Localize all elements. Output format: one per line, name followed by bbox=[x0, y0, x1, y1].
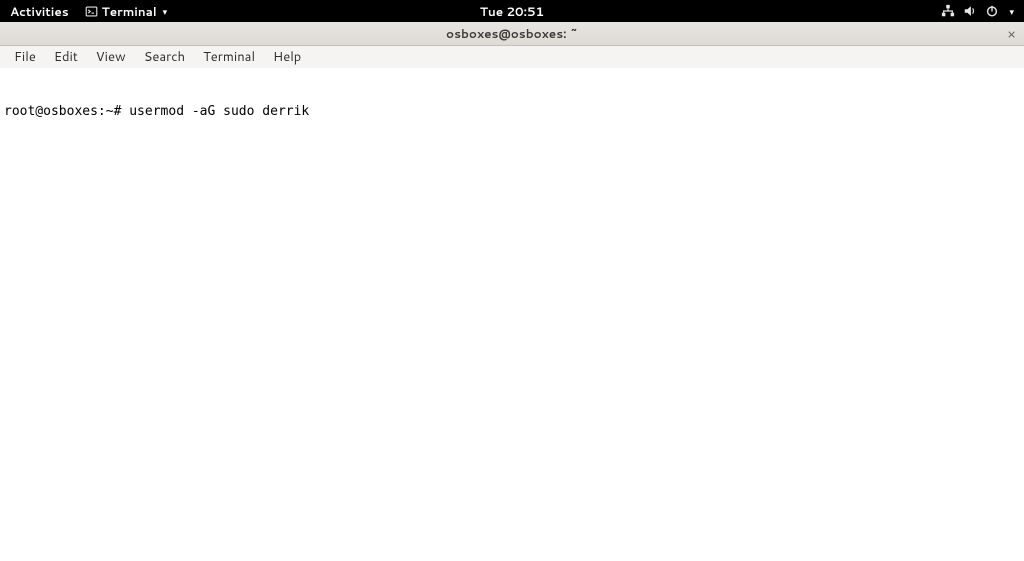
terminal-icon bbox=[85, 5, 98, 18]
window-title: osboxes@osboxes: ~ bbox=[446, 25, 578, 42]
panel-left-group: Activities Terminal ▾ bbox=[6, 3, 171, 20]
terminal-line: root@osboxes:~# usermod -aG sudo derrik bbox=[4, 104, 1020, 121]
app-menu-label: Terminal bbox=[102, 3, 157, 20]
shell-command: usermod -aG sudo derrik bbox=[129, 104, 309, 121]
menu-file[interactable]: File bbox=[6, 46, 44, 68]
window-titlebar: osboxes@osboxes: ~ × bbox=[0, 22, 1024, 46]
app-menu-button[interactable]: Terminal ▾ bbox=[81, 3, 171, 20]
menu-terminal[interactable]: Terminal bbox=[195, 46, 263, 68]
menu-search[interactable]: Search bbox=[136, 46, 193, 68]
terminal-menubar: File Edit View Search Terminal Help bbox=[0, 46, 1024, 68]
menu-edit[interactable]: Edit bbox=[46, 46, 86, 68]
menu-help[interactable]: Help bbox=[265, 46, 309, 68]
shell-prompt: root@osboxes:~# bbox=[4, 104, 129, 121]
activities-button[interactable]: Activities bbox=[6, 3, 73, 20]
volume-icon[interactable] bbox=[963, 4, 977, 18]
terminal-viewport[interactable]: root@osboxes:~# usermod -aG sudo derrik bbox=[0, 68, 1024, 140]
close-button[interactable]: × bbox=[1007, 24, 1016, 44]
panel-right-group: ▾ bbox=[937, 4, 1018, 18]
network-icon[interactable] bbox=[941, 4, 955, 18]
gnome-top-panel: Activities Terminal ▾ Tue 20:51 bbox=[0, 0, 1024, 22]
system-menu-dropdown-icon[interactable]: ▾ bbox=[1009, 5, 1014, 18]
dropdown-icon: ▾ bbox=[163, 5, 168, 18]
power-icon[interactable] bbox=[985, 4, 999, 18]
menu-view[interactable]: View bbox=[88, 46, 134, 68]
clock[interactable]: Tue 20:51 bbox=[476, 3, 548, 20]
